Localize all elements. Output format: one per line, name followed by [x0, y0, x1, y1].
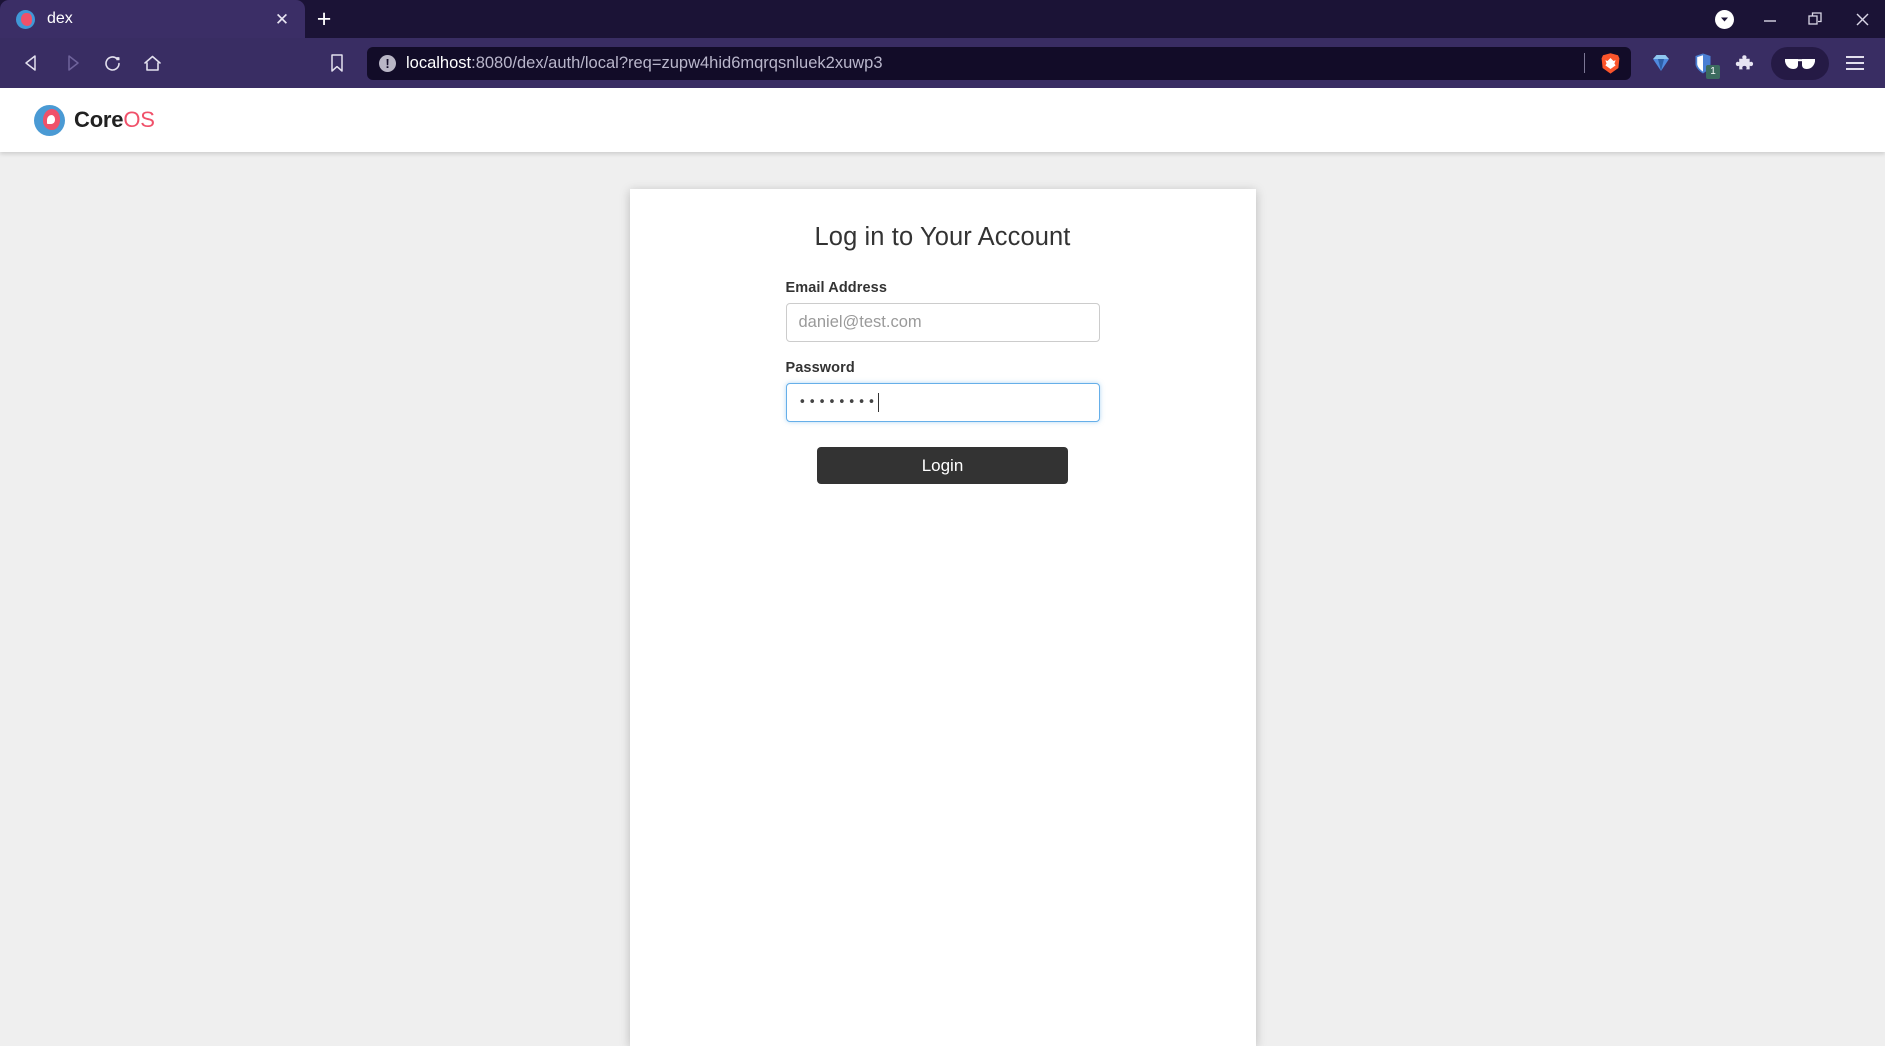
tab-title: dex: [47, 10, 73, 27]
new-tab-button[interactable]: +: [305, 0, 343, 38]
site-header: CoreOS: [0, 88, 1885, 152]
bookmark-button[interactable]: [317, 43, 357, 83]
url-path: :8080/dex/auth/local?req=zupw4hid6mqrqsn…: [471, 53, 883, 72]
back-button[interactable]: [12, 43, 52, 83]
login-button[interactable]: Login: [817, 447, 1068, 484]
hamburger-line: [1846, 68, 1864, 70]
brand-name: CoreOS: [74, 107, 155, 133]
browser-action-icons: 1: [1643, 45, 1873, 81]
address-bar-divider: [1584, 53, 1585, 73]
page-viewport: CoreOS Log in to Your Account Email Addr…: [0, 88, 1885, 1046]
login-form: Email Address Password •••••••• Login: [785, 280, 1100, 484]
forward-button[interactable]: [52, 43, 92, 83]
close-window-button[interactable]: [1839, 0, 1885, 38]
site-info-icon[interactable]: !: [379, 54, 396, 72]
window-controls: [1701, 0, 1885, 38]
maximize-window-button[interactable]: [1793, 0, 1839, 38]
email-label: Email Address: [785, 280, 887, 296]
hamburger-line: [1846, 62, 1864, 64]
email-field-group: Email Address: [785, 280, 1100, 342]
page-title: Log in to Your Account: [814, 223, 1071, 251]
brave-lion-icon[interactable]: [1595, 47, 1625, 80]
shields-blocked-count: 1: [1706, 65, 1720, 79]
coreos-favicon: [16, 9, 35, 29]
password-input[interactable]: ••••••••: [785, 383, 1100, 422]
puzzle-piece-icon[interactable]: [1727, 45, 1763, 81]
password-masked-value: ••••••••: [798, 395, 878, 410]
address-bar-url: localhost:8080/dex/auth/local?req=zupw4h…: [406, 54, 1574, 73]
home-button[interactable]: [132, 43, 172, 83]
browser-window: dex ✕ + ! localhost:8080/dex/auth/local?…: [0, 0, 1885, 1046]
address-bar[interactable]: ! localhost:8080/dex/auth/local?req=zupw…: [367, 46, 1631, 80]
email-input[interactable]: [785, 303, 1100, 342]
brand-name-os: OS: [123, 107, 155, 132]
tab-search-button[interactable]: [1701, 0, 1747, 38]
hamburger-line: [1846, 56, 1864, 58]
profile-sunglasses-icon[interactable]: [1771, 46, 1829, 80]
browser-tab-dex[interactable]: dex ✕: [0, 0, 305, 38]
coreos-mark-icon: [34, 104, 65, 136]
navigation-toolbar: ! localhost:8080/dex/auth/local?req=zupw…: [0, 38, 1885, 88]
brave-rewards-icon[interactable]: [1643, 45, 1679, 81]
shields-icon[interactable]: 1: [1685, 45, 1721, 81]
close-tab-icon[interactable]: ✕: [269, 6, 295, 32]
tab-strip: dex ✕ +: [0, 0, 1885, 38]
text-caret: [878, 393, 880, 412]
brand-name-core: Core: [74, 107, 124, 132]
password-field-group: Password ••••••••: [785, 360, 1100, 422]
minimize-window-button[interactable]: [1747, 0, 1793, 38]
hamburger-menu-icon[interactable]: [1837, 45, 1873, 81]
password-label: Password: [785, 360, 855, 376]
coreos-logo: CoreOS: [34, 104, 155, 136]
tab-search-icon: [1714, 9, 1734, 29]
url-host: localhost: [406, 53, 472, 72]
page-body: Log in to Your Account Email Address Pas…: [0, 152, 1885, 1046]
login-card: Log in to Your Account Email Address Pas…: [629, 189, 1256, 1046]
reload-button[interactable]: [92, 43, 132, 83]
